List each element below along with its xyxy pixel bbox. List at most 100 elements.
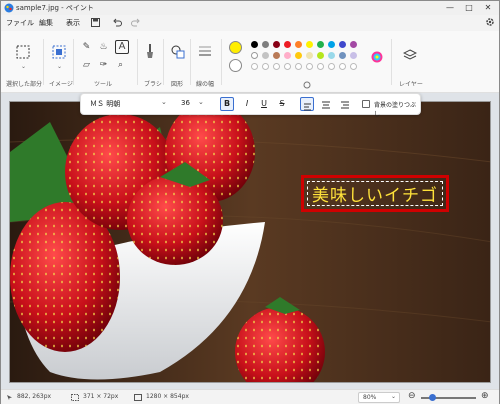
image-size-icon — [134, 394, 142, 401]
zoom-slider-thumb[interactable] — [429, 394, 436, 401]
title-bar: sample7.jpg - ペイント — □ ✕ — [1, 1, 499, 15]
zoom-slider[interactable] — [421, 394, 476, 401]
zoom-out-icon[interactable]: ⊖ — [408, 391, 416, 401]
palette-swatch[interactable] — [306, 41, 313, 48]
custom-color-slot[interactable] — [317, 63, 324, 70]
custom-color-slot[interactable] — [251, 63, 258, 70]
palette-swatch[interactable] — [284, 52, 291, 59]
line-width-icon[interactable] — [198, 45, 212, 57]
menu-edit[interactable]: 編集 — [39, 18, 53, 28]
custom-color-slot[interactable] — [262, 63, 269, 70]
palette-swatch[interactable] — [328, 41, 335, 48]
align-right-button[interactable] — [338, 97, 352, 111]
zoom-select[interactable]: 80% ⌄ — [358, 392, 400, 403]
edit-colors-icon[interactable] — [371, 51, 383, 63]
custom-color-slot[interactable] — [273, 63, 280, 70]
selection-size: 371 × 72px — [83, 393, 119, 400]
palette-swatch[interactable] — [328, 52, 335, 59]
palette-swatch[interactable] — [339, 41, 346, 48]
group-label-tools: ツール — [94, 81, 113, 88]
brush-icon[interactable] — [144, 43, 156, 59]
zoom-in-icon[interactable]: ⊕ — [481, 391, 489, 401]
palette-swatch[interactable] — [350, 41, 357, 48]
redo-icon[interactable] — [131, 18, 140, 27]
group-label-shapes: 図形 — [171, 81, 184, 88]
strawberry-photo[interactable] — [9, 101, 491, 383]
menu-file[interactable]: ファイル — [6, 18, 34, 28]
palette-swatch[interactable] — [262, 41, 269, 48]
palette-swatch[interactable] — [350, 52, 357, 59]
shapes-icon[interactable] — [171, 45, 185, 59]
font-family-select[interactable]: ＭＳ 明朝 — [90, 99, 120, 109]
eraser-icon[interactable]: ▱ — [81, 60, 92, 71]
chevron-down-icon[interactable]: ⌄ — [57, 63, 62, 70]
color-picker-icon[interactable]: ✑ — [98, 60, 109, 71]
divider — [43, 39, 44, 85]
cursor-position-icon — [7, 395, 12, 400]
palette-swatch[interactable] — [306, 52, 313, 59]
close-button[interactable]: ✕ — [479, 2, 497, 14]
palette-swatch[interactable] — [251, 41, 258, 48]
palette-swatch[interactable] — [251, 52, 258, 59]
underline-button[interactable]: U — [257, 97, 271, 111]
magnifier-icon[interactable]: ⌕ — [115, 60, 126, 71]
image-crop-icon[interactable] — [52, 45, 66, 59]
secondary-color[interactable] — [229, 59, 242, 72]
paint-app-icon — [4, 3, 14, 13]
palette-swatch[interactable] — [284, 41, 291, 48]
chevron-down-icon[interactable]: ⌄ — [198, 98, 204, 106]
settings-gear-icon[interactable] — [485, 17, 495, 27]
pencil-icon[interactable]: ✎ — [81, 42, 92, 53]
selection-size-icon — [71, 394, 79, 401]
fill-bucket-icon[interactable]: ♨ — [98, 42, 109, 53]
save-icon[interactable] — [91, 18, 100, 27]
palette-swatch[interactable] — [295, 41, 302, 48]
zoom-value: 80% — [363, 394, 377, 401]
custom-color-slot[interactable] — [295, 63, 302, 70]
palette-swatch[interactable] — [295, 52, 302, 59]
menu-bar: ファイル 編集 表示 — [1, 15, 499, 31]
palette-swatch[interactable] — [339, 52, 346, 59]
palette-swatch[interactable] — [317, 41, 324, 48]
bold-button[interactable]: B — [220, 97, 234, 111]
strikethrough-button[interactable]: S — [275, 97, 289, 111]
italic-button[interactable]: I — [240, 97, 254, 111]
minimize-button[interactable]: — — [441, 2, 459, 14]
primary-color[interactable] — [229, 41, 242, 54]
background-fill-checkbox[interactable] — [362, 100, 370, 108]
align-center-button[interactable] — [319, 97, 333, 111]
custom-color-slot[interactable] — [306, 63, 313, 70]
divider — [163, 39, 164, 85]
divider — [137, 39, 138, 85]
custom-color-slot[interactable] — [328, 63, 335, 70]
custom-color-slot[interactable] — [350, 63, 357, 70]
canvas-text[interactable]: 美味しいイチゴ — [312, 181, 438, 206]
divider — [190, 39, 191, 85]
align-left-button[interactable] — [300, 97, 314, 111]
palette-swatch[interactable] — [262, 52, 269, 59]
undo-icon[interactable] — [113, 18, 122, 27]
select-rectangle-icon[interactable] — [16, 45, 30, 59]
divider — [391, 39, 392, 85]
cursor-position: 882, 263px — [17, 393, 52, 400]
font-size-select[interactable]: 36 — [181, 99, 190, 107]
custom-color-slot[interactable] — [339, 63, 346, 70]
background-fill-label: 背景の塗りつぶし — [374, 102, 417, 118]
custom-color-slot[interactable] — [284, 63, 291, 70]
text-tool-icon[interactable]: A — [115, 40, 129, 54]
layers-icon[interactable] — [403, 49, 417, 61]
text-selection-box[interactable]: 美味しいイチゴ — [301, 175, 449, 212]
chevron-down-icon[interactable]: ⌄ — [21, 63, 26, 70]
text-edit-area[interactable]: 美味しいイチゴ — [307, 181, 443, 206]
palette-swatch[interactable] — [273, 41, 280, 48]
palette-swatch[interactable] — [273, 52, 280, 59]
divider — [221, 39, 222, 85]
chevron-down-icon[interactable]: ⌄ — [161, 98, 167, 106]
group-label-layers: レイヤー — [399, 81, 423, 88]
image-size: 1280 × 854px — [146, 393, 189, 400]
menu-view[interactable]: 表示 — [66, 18, 80, 28]
palette-icon — [303, 81, 311, 89]
maximize-button[interactable]: □ — [460, 2, 478, 14]
palette-swatch[interactable] — [317, 52, 324, 59]
group-label-size: 線の幅 — [196, 81, 215, 88]
